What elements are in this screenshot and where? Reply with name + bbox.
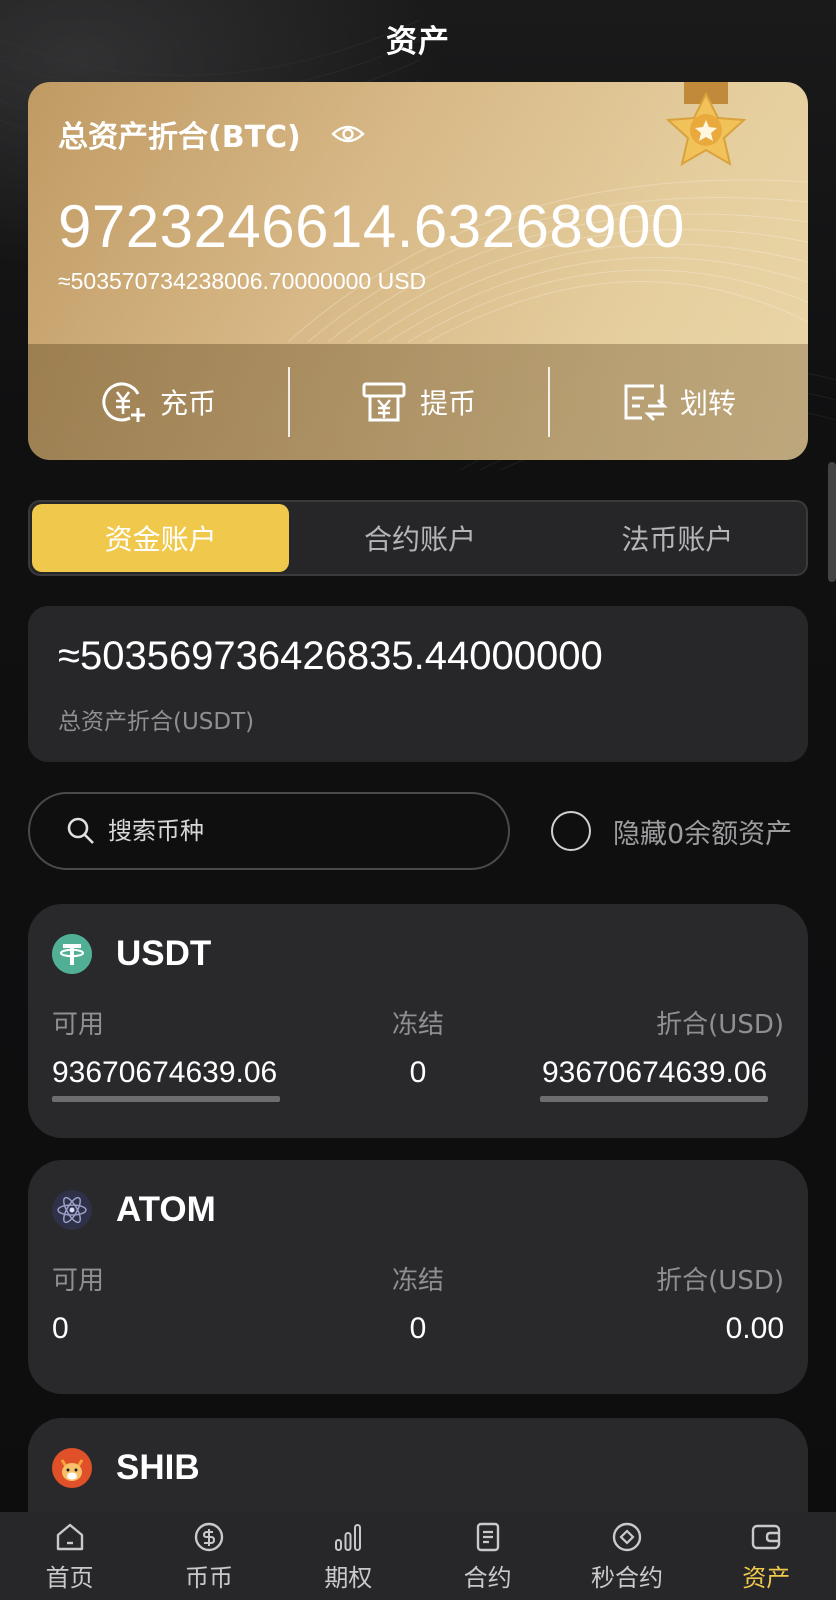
total-usdt-value: ≈503569736426835.44000000: [58, 634, 603, 678]
withdraw-label: 提币: [419, 387, 476, 420]
deposit-icon: [102, 382, 145, 422]
medal-icon: [665, 82, 747, 167]
search-input[interactable]: [108, 817, 468, 845]
nav-label: 合约: [463, 1563, 512, 1592]
nav-item-home[interactable]: 首页: [0, 1512, 139, 1600]
assets-page: 资产 总资产折合(BTC) 9723246614.63268900 ≈50357…: [0, 0, 836, 1600]
frozen-value: 0: [409, 1312, 427, 1345]
nav-label: 资产: [742, 1563, 791, 1592]
coin-name: SHIB: [116, 1448, 200, 1487]
asset-header: USDT: [52, 934, 211, 974]
coin-name: USDT: [116, 934, 212, 973]
converted-label: 折合(USD): [656, 1010, 784, 1040]
deposit-button[interactable]: 充币: [28, 367, 288, 437]
asset-header: SHIB: [52, 1448, 200, 1488]
nav-label: 期权: [324, 1563, 373, 1592]
tab-funding-account[interactable]: 资金账户: [32, 504, 290, 572]
card-title-row: 总资产折合(BTC): [58, 112, 365, 156]
search-bar[interactable]: [28, 792, 510, 870]
wallet-icon: [752, 1524, 781, 1549]
converted-underline: [540, 1096, 768, 1102]
nav-label: 秒合约: [590, 1563, 663, 1592]
nav-item-options[interactable]: 期权: [279, 1512, 418, 1600]
home-icon: [56, 1523, 83, 1550]
transfer-icon: [624, 384, 668, 422]
nav-label: 币币: [184, 1563, 233, 1592]
withdraw-icon: [362, 382, 406, 422]
withdraw-button[interactable]: 提币: [288, 367, 548, 437]
page-title: 资产: [386, 24, 450, 60]
asset-card-usdt[interactable]: USDT 可用 冻结 折合(USD) 93670674639.06 0 9367…: [28, 904, 808, 1138]
search-icon: [67, 817, 94, 844]
card-actions: 充币 提币 划转: [28, 344, 808, 460]
converted-value: 0.00: [725, 1312, 784, 1345]
transfer-label: 划转: [679, 387, 736, 420]
document-icon: [476, 1522, 499, 1551]
scrollbar[interactable]: [828, 462, 836, 582]
atom-icon: [52, 1190, 92, 1230]
usd-total-value: ≈503570734238006.70000000 USD: [58, 268, 427, 294]
diamond-circle-icon: [612, 1522, 642, 1551]
shib-icon: [52, 1448, 92, 1488]
total-usdt-card: ≈503569736426835.44000000 总资产折合(USDT): [28, 606, 808, 762]
nav-item-contract[interactable]: 合约: [418, 1512, 557, 1600]
hide-zero-radio[interactable]: [551, 811, 591, 851]
bar-chart-icon: [335, 1523, 362, 1551]
converted-label: 折合(USD): [656, 1266, 784, 1296]
btc-total-value: 9723246614.63268900: [58, 193, 685, 260]
total-assets-card: 总资产折合(BTC) 9723246614.63268900 ≈50357073…: [28, 82, 808, 460]
account-tabs: 资金账户 合约账户 法币账户: [28, 500, 808, 576]
converted-value: 93670674639.06: [542, 1056, 768, 1089]
nav-item-spot[interactable]: 币币: [139, 1512, 278, 1600]
asset-card-atom[interactable]: ATOM 可用 冻结 折合(USD) 0 0 0.00: [28, 1160, 808, 1394]
available-underline: [52, 1096, 280, 1102]
nav-label: 首页: [45, 1563, 94, 1592]
total-usdt-label: 总资产折合(USDT): [58, 709, 255, 735]
coin-name: ATOM: [116, 1190, 216, 1229]
hide-zero-label: 隐藏0余额资产: [613, 818, 793, 850]
nav-item-second-contract[interactable]: 秒合约: [557, 1512, 696, 1600]
deposit-label: 充币: [159, 387, 216, 420]
eye-icon[interactable]: [331, 122, 365, 146]
hide-zero-toggle[interactable]: 隐藏0余额资产: [551, 811, 792, 851]
coin-icon: [194, 1522, 224, 1551]
nav-item-assets[interactable]: 资产: [697, 1512, 836, 1600]
bottom-nav: 首页 币币 期权 合约 秒合约 资产: [0, 1512, 836, 1600]
usdt-icon: [52, 934, 92, 974]
tab-contract-account[interactable]: 合约账户: [291, 502, 548, 574]
transfer-button[interactable]: 划转: [548, 367, 808, 437]
asset-header: ATOM: [52, 1190, 216, 1230]
total-assets-btc-label: 总资产折合(BTC): [58, 120, 301, 155]
tab-fiat-account[interactable]: 法币账户: [549, 502, 806, 574]
